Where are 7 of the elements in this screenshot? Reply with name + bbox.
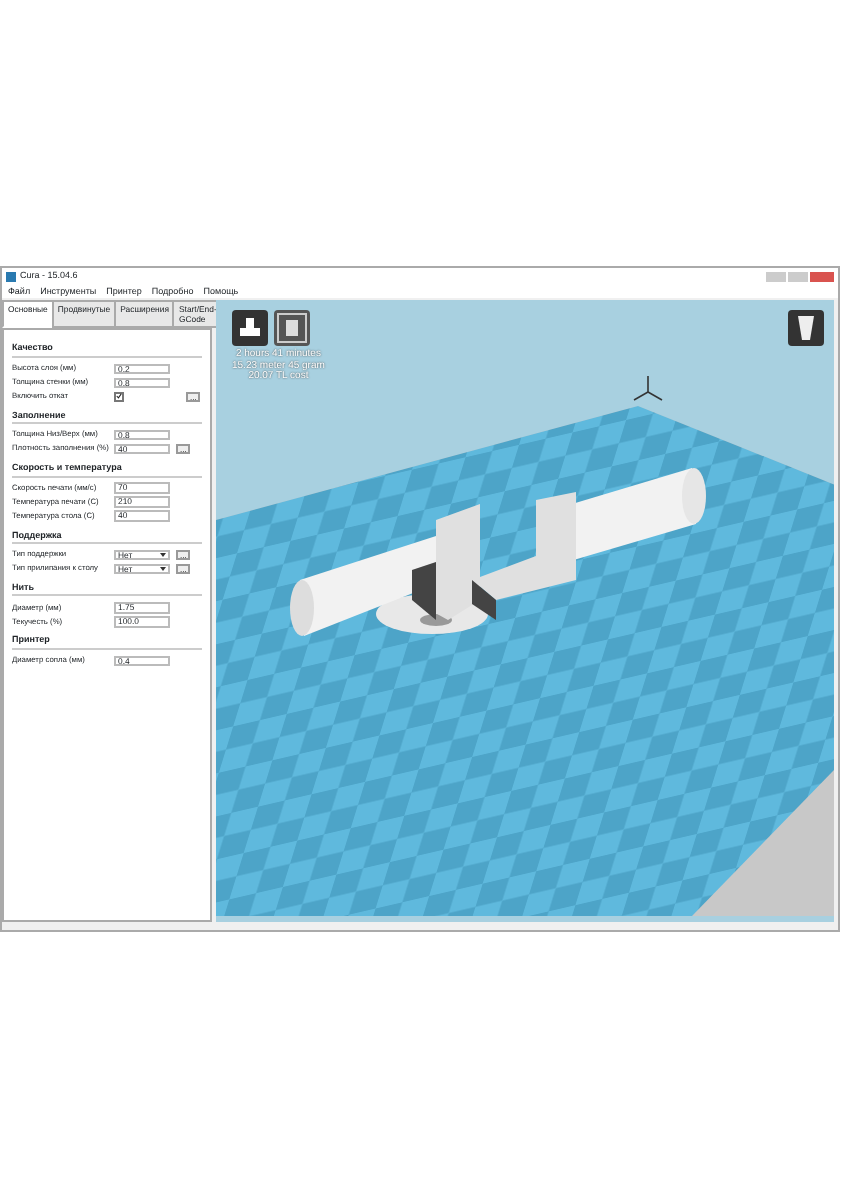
axis-icon	[633, 375, 663, 402]
checkbox[interactable]	[114, 391, 124, 402]
view-mode-icon[interactable]	[788, 310, 824, 347]
print-icon[interactable]	[274, 310, 310, 347]
close-button[interactable]	[810, 271, 834, 281]
app-icon	[6, 271, 16, 281]
load-model-icon[interactable]	[232, 310, 268, 347]
